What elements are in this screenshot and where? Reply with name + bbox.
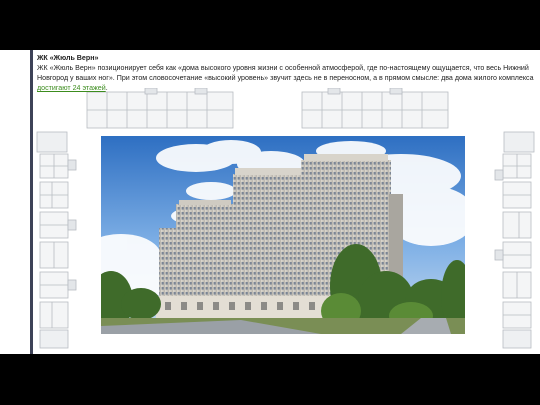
description-body: ЖК «Жюль Верн» позиционирует себя как «д… [37, 64, 534, 82]
floors-highlight-link[interactable]: достигают 24 этажей [37, 84, 106, 92]
floor-plan-top-right [301, 88, 449, 129]
description-text: ЖК «Жюль Верн» ЖК «Жюль Верн» позиционир… [37, 53, 537, 93]
floor-plan-left [36, 131, 77, 349]
floor-plan-right [494, 131, 535, 349]
building-photo [101, 136, 465, 334]
slide-heading: ЖК «Жюль Верн» [37, 54, 99, 62]
accent-bar [30, 50, 33, 354]
floor-plan-top-left [86, 88, 234, 129]
slide: ЖК «Жюль Верн» ЖК «Жюль Верн» позиционир… [0, 50, 540, 354]
description-end: . [105, 84, 108, 92]
